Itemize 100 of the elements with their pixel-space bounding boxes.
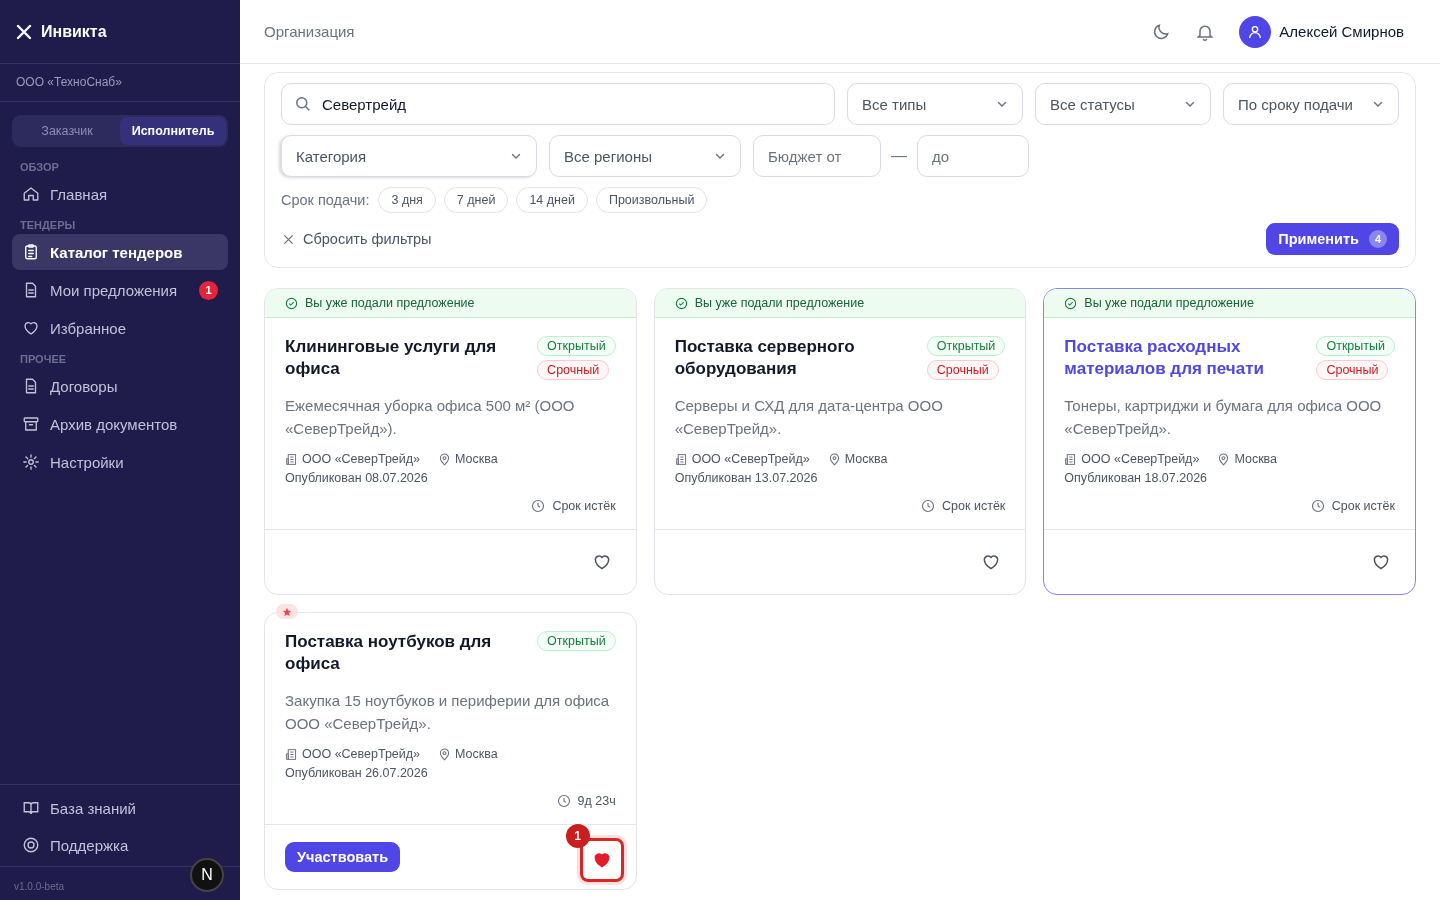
search-field[interactable]: Севертрейд: [281, 83, 835, 125]
published-date: Опубликован 26.07.2026: [285, 766, 429, 780]
home-icon: [22, 185, 40, 203]
tender-card[interactable]: Вы уже подали предложение Поставка расходных материалов для печати Открытый Срочный Тонеры, картриджи и бумага для офиса ООО «СеверТрейд». ООО «СеверТрейд» Москва Опубликован 18.07.2026 Срок истёк: [1043, 288, 1416, 595]
tender-title[interactable]: Клининговые услуги для офиса: [285, 336, 528, 380]
reset-filters-link[interactable]: Сбросить фильтры: [281, 231, 432, 247]
nav-item[interactable]: Главная: [12, 176, 228, 212]
range-separator: —: [891, 147, 907, 165]
organization-text: ООО «СеверТрейд»: [691, 452, 810, 466]
published-date: Опубликован 18.07.2026: [1064, 471, 1209, 485]
deadline-chip[interactable]: Произвольный: [595, 187, 708, 213]
check-circle-icon: [1064, 296, 1078, 310]
organization-text: ООО «СеверТрейд»: [302, 452, 421, 466]
tender-card[interactable]: Вы уже подали предложение Клининговые услуги для офиса Открытый Срочный Ежемесячная уборка офиса 500 м² (ООО «СеверТрейд»). ООО «СеверТрейд» Москва Опубликован 08.07.2026 Срок истёк: [264, 288, 637, 595]
tender-description: Тонеры, картриджи и бумага для офиса ООО «СеверТрейд».: [1064, 396, 1383, 439]
city-text: Москва: [455, 747, 498, 761]
category-select[interactable]: Категория: [281, 135, 537, 177]
region-select[interactable]: Все регионы: [549, 135, 741, 177]
tender-title[interactable]: Поставка серверного оборудования: [674, 336, 917, 380]
building-icon: [1064, 452, 1078, 466]
clock-icon: [1310, 499, 1325, 513]
nav-item[interactable]: Архив документов: [12, 406, 228, 442]
city-text: Москва: [1234, 452, 1278, 466]
role-tab[interactable]: Заказчик: [14, 117, 120, 145]
app-logo: Инвикта: [41, 22, 107, 41]
tender-description: Серверы и СХД для дата-центра ООО «СеверТрейд».: [674, 396, 944, 439]
city-text: Москва: [844, 452, 888, 466]
status-tag: Открытый: [926, 336, 1006, 356]
book-icon: [22, 799, 40, 817]
star-icon: [282, 606, 292, 617]
select-field[interactable]: По сроку подачи: [1223, 83, 1399, 125]
nav-section-title: ОБЗОР: [19, 160, 60, 175]
nav-item[interactable]: Договоры: [12, 368, 228, 404]
clipboard-icon: [22, 243, 40, 261]
heart-icon: [1371, 552, 1391, 572]
tender-title[interactable]: Поставка расходных материалов для печати: [1064, 336, 1307, 380]
tender-card[interactable]: Поставка ноутбуков для офиса Открытый Закупка 15 ноутбуков и периферии для офиса ООО «СеверТрейд». ООО «СеверТрейд» Москва Опубликован 26.07.2026 9д 23ч Участвовать 1: [264, 612, 637, 890]
deadline-chip[interactable]: 7 дней: [443, 187, 509, 213]
deadline-chip[interactable]: 3 дня: [378, 187, 436, 213]
clock-icon: [556, 794, 571, 808]
tender-card[interactable]: Вы уже подали предложение Поставка серверного оборудования Открытый Срочный Серверы и СХД для дата-центра ООО «СеверТрейд». ООО «СеверТрейд» Москва Опубликован 13.07.2026 Срок истёк: [653, 288, 1027, 595]
nav-label: Каталог тендеров: [50, 243, 183, 261]
tender-title[interactable]: Поставка ноутбуков для офиса: [285, 631, 528, 675]
organization-text: ООО «СеверТрейд»: [302, 747, 421, 761]
tender-description: Закупка 15 ноутбуков и периферии для офиса ООО «СеверТрейд».: [285, 691, 611, 734]
nav-item[interactable]: Настройки: [12, 444, 228, 480]
heart-icon: [22, 319, 40, 337]
deadline-label: Срок подачи:: [281, 192, 370, 208]
nav-section-title: ТЕНДЕРЫ: [19, 218, 77, 233]
nav-section-title: ПРОЧЕЕ: [19, 352, 68, 367]
published-date: Опубликован 13.07.2026: [674, 471, 819, 485]
status-tag: Открытый: [537, 336, 616, 356]
clock-icon: [531, 499, 546, 513]
nav-label: База знаний: [50, 799, 136, 817]
apply-button[interactable]: Применить 4: [1266, 223, 1399, 255]
user-icon: [1247, 23, 1264, 40]
building-icon: [285, 747, 298, 761]
nav-item[interactable]: Избранное: [12, 310, 228, 346]
nav-item[interactable]: Мои предложения 1: [12, 272, 228, 308]
status-tag: Открытый: [537, 631, 616, 651]
version-label: v1.0.0-beta: [14, 881, 65, 892]
count-badge: 1: [199, 280, 218, 300]
banner-text: Вы уже подали предложение: [305, 296, 475, 310]
settings-icon: [22, 453, 40, 471]
dev-indicator-button[interactable]: N: [190, 858, 224, 892]
role-tab[interactable]: Исполнитель: [120, 117, 226, 145]
archive-icon: [22, 415, 40, 433]
status-tag: Открытый: [1316, 336, 1395, 356]
deadline-text: Срок истёк: [942, 499, 1006, 513]
location-pin-icon: [1217, 452, 1231, 466]
select-field[interactable]: Все статусы: [1035, 83, 1211, 125]
budget-from-field[interactable]: Бюджет от: [753, 135, 881, 177]
page-title: Организация: [264, 23, 355, 40]
close-icon: [283, 233, 294, 245]
favorite-button[interactable]: [579, 838, 624, 882]
check-circle-icon: [674, 296, 688, 310]
participate-button[interactable]: Участвовать: [285, 842, 401, 872]
nav-label: Главная: [50, 185, 108, 203]
deadline-text: 9д 23ч: [577, 794, 616, 808]
nav-item[interactable]: База знаний: [12, 790, 228, 826]
budget-to-field[interactable]: до: [917, 135, 1029, 177]
location-pin-icon: [438, 452, 452, 466]
location-pin-icon: [438, 747, 452, 761]
city-text: Москва: [455, 452, 498, 466]
banner-text: Вы уже подали предложение: [694, 296, 865, 310]
nav-item[interactable]: Каталог тендеров: [12, 234, 228, 270]
nav-label: Мои предложения: [50, 281, 178, 299]
select-field[interactable]: Все типы: [847, 83, 1023, 125]
building-icon: [674, 452, 688, 466]
banner-text: Вы уже подали предложение: [1084, 296, 1254, 310]
user-name[interactable]: Алексей Смирнов: [1279, 23, 1404, 40]
tender-description: Ежемесячная уборка офиса 500 м² (ООО «СеверТрейд»).: [285, 396, 576, 439]
check-circle-icon: [285, 296, 298, 310]
organization-text: ООО «СеверТрейд»: [1081, 452, 1200, 466]
deadline-text: Срок истёк: [552, 499, 616, 513]
clock-icon: [921, 499, 936, 513]
deadline-chip[interactable]: 14 дней: [516, 187, 588, 213]
status-tag: Срочный: [926, 360, 999, 380]
avatar[interactable]: [1239, 15, 1272, 48]
nav-label: Архив документов: [50, 415, 178, 433]
